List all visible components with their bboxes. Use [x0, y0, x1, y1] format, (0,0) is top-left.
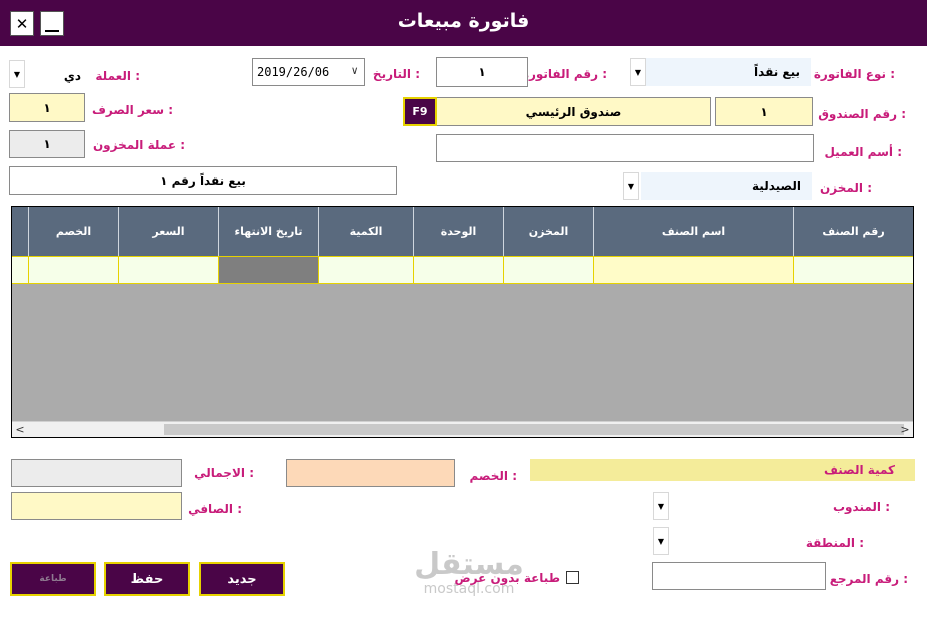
exchange-rate-field[interactable]: ١ — [9, 93, 85, 122]
rep-label: المندوب : — [833, 500, 890, 514]
total-field[interactable] — [11, 459, 182, 487]
cashbox-name-field[interactable]: صندوق الرئيسي — [436, 97, 711, 126]
store-label: المخزن : — [819, 181, 872, 195]
discount-label: الخصم : — [469, 469, 518, 483]
column-header-quantity[interactable]: الكمية — [318, 207, 413, 256]
minimize-icon — [45, 29, 59, 32]
column-header-item-no[interactable]: رقم الصنف — [793, 207, 913, 256]
store-select[interactable]: الصيدلية — [641, 172, 812, 200]
column-header-unit[interactable]: الوحدة — [413, 207, 503, 256]
cell-price[interactable] — [118, 257, 218, 283]
title-bar: فاتورة مبيعات ✕ — [0, 0, 927, 46]
close-icon: ✕ — [15, 14, 29, 33]
column-header-price[interactable]: السعر — [118, 207, 218, 256]
cell-discount[interactable] — [28, 257, 118, 283]
customer-name-label: أسم العميل : — [824, 145, 902, 159]
row-selector[interactable] — [12, 257, 28, 283]
currency-dropdown-arrow[interactable]: ▼ — [9, 60, 25, 88]
chevron-down-icon: ▼ — [657, 501, 665, 511]
date-label: التاريخ : — [372, 67, 420, 81]
region-dropdown-arrow[interactable]: ▼ — [653, 527, 669, 555]
print-button[interactable]: طباعة — [10, 562, 96, 596]
item-quantity-bar: كمية الصنف — [530, 459, 915, 481]
date-value: 2019/26/06 — [257, 65, 330, 79]
cashbox-number-field[interactable]: ١ — [715, 97, 813, 126]
column-header-store[interactable]: المخزن — [503, 207, 593, 256]
cell-unit[interactable] — [413, 257, 503, 283]
reference-field[interactable] — [652, 562, 826, 590]
description-field[interactable]: بيع نقداً رقم ١ — [9, 166, 397, 195]
customer-name-field[interactable] — [436, 134, 814, 162]
cell-expiry-date[interactable] — [218, 257, 318, 283]
scroll-right-icon[interactable]: > — [898, 422, 912, 437]
print-no-preview-checkbox[interactable] — [566, 571, 579, 584]
invoice-number-field[interactable]: ١ — [436, 57, 528, 87]
currency-value[interactable]: دي — [64, 69, 81, 83]
chevron-down-icon: ▼ — [13, 69, 21, 79]
currency-label: العملة : — [95, 69, 140, 83]
minimize-button[interactable] — [40, 11, 64, 36]
cell-quantity[interactable] — [318, 257, 413, 283]
new-button[interactable]: جديد — [199, 562, 285, 596]
invoice-type-select[interactable]: بيع نقداً — [646, 58, 811, 86]
table-row[interactable] — [12, 256, 913, 284]
cell-item-no[interactable] — [793, 257, 913, 283]
column-header-expiry-date[interactable]: تاريخ الانتهاء — [218, 207, 318, 256]
invoice-number-label: رقم الفاتورة : — [521, 67, 607, 81]
scrollbar-thumb[interactable] — [164, 424, 904, 435]
region-label: المنطقة : — [805, 536, 864, 550]
f9-lookup-button[interactable]: F9 — [403, 97, 437, 126]
store-currency-label: عملة المخزون : — [92, 138, 185, 152]
net-field[interactable] — [11, 492, 182, 520]
chevron-down-icon: ▼ — [627, 181, 635, 191]
column-header-discount[interactable]: الخصم — [28, 207, 118, 256]
chevron-down-icon: ∨ — [351, 64, 358, 77]
invoice-type-label: نوع الفاتورة : — [813, 67, 895, 81]
exchange-rate-label: سعر الصرف : — [91, 103, 173, 117]
row-selector-header — [12, 207, 28, 256]
items-grid[interactable]: رقم الصنف اسم الصنف المخزن الوحدة الكمية… — [11, 206, 914, 438]
reference-label: رقم المرجع : — [829, 572, 908, 586]
cell-store[interactable] — [503, 257, 593, 283]
rep-dropdown-arrow[interactable]: ▼ — [653, 492, 669, 520]
save-button[interactable]: حفظ — [104, 562, 190, 596]
date-picker[interactable]: 2019/26/06 ∨ — [252, 58, 365, 86]
horizontal-scrollbar[interactable]: < > — [12, 421, 913, 437]
store-currency-field[interactable]: ١ — [9, 130, 85, 158]
cashbox-number-label: رقم الصندوق : — [818, 107, 906, 121]
net-label: الصافي : — [188, 502, 242, 516]
grid-header: رقم الصنف اسم الصنف المخزن الوحدة الكمية… — [12, 207, 913, 256]
close-button[interactable]: ✕ — [10, 11, 34, 36]
column-header-item-name[interactable]: اسم الصنف — [593, 207, 793, 256]
scroll-left-icon[interactable]: < — [13, 422, 27, 437]
total-label: الاجمالي : — [194, 466, 254, 480]
cell-item-name[interactable] — [593, 257, 793, 283]
invoice-type-dropdown-arrow[interactable]: ▼ — [630, 58, 646, 86]
chevron-down-icon: ▼ — [657, 536, 665, 546]
store-dropdown-arrow[interactable]: ▼ — [623, 172, 639, 200]
chevron-down-icon: ▼ — [634, 67, 642, 77]
discount-field[interactable] — [286, 459, 455, 487]
window-title: فاتورة مبيعات — [397, 10, 530, 32]
print-no-preview-label: طباعة بدون عرض — [454, 571, 560, 585]
